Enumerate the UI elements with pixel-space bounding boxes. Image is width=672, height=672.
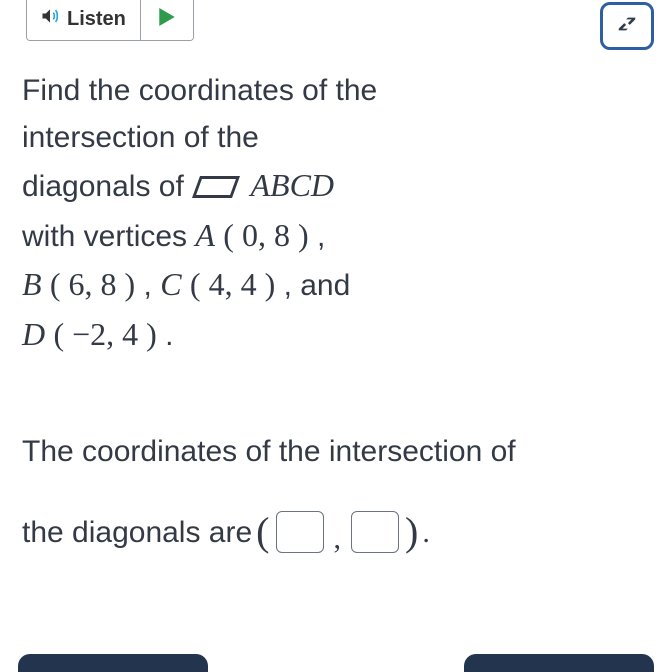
bottom-right-button[interactable] <box>464 654 654 672</box>
answer-y-input[interactable] <box>351 511 399 553</box>
vertex-c: C <box>160 266 181 302</box>
vertex-d-coords: ( −2, 4 ) <box>53 316 156 352</box>
speaker-icon <box>39 6 61 32</box>
shape-label: ABCD <box>250 167 334 203</box>
answer-input-line: the diagonals are ( , ) . <box>22 486 650 578</box>
vertex-a: A <box>195 217 215 253</box>
vertex-c-coords: ( 4, 4 ) <box>190 266 275 302</box>
question-line: diagonals of ABCD <box>22 161 650 211</box>
bottom-nav <box>0 654 672 672</box>
question-line: B ( 6, 8 ) , C ( 4, 4 ) , and <box>22 260 650 310</box>
top-toolbar: Listen <box>0 0 672 50</box>
answer-prefix: the diagonals are <box>22 498 252 567</box>
answer-line: The coordinates of the intersection of <box>22 417 650 486</box>
open-paren: ( <box>256 486 269 578</box>
close-paren: ) <box>405 486 418 578</box>
bottom-left-button[interactable] <box>18 654 208 672</box>
answer-period: . <box>422 498 430 567</box>
listen-button[interactable]: Listen <box>27 0 141 40</box>
listen-button-group: Listen <box>26 0 194 41</box>
vertex-b-coords: ( 6, 8 ) <box>50 266 135 302</box>
vertex-a-coords: ( 0, 8 ) <box>223 217 308 253</box>
question-line: Find the coordinates of the <box>22 68 650 115</box>
vertex-d: D <box>22 316 45 352</box>
question-text: Find the coordinates of the intersection… <box>22 68 650 359</box>
question-line: D ( −2, 4 ) . <box>22 310 650 360</box>
tools-button[interactable] <box>600 2 654 50</box>
tools-icon <box>616 13 638 40</box>
answer-x-input[interactable] <box>276 511 324 553</box>
answer-prompt: The coordinates of the intersection of t… <box>22 417 650 578</box>
parallelogram-icon <box>192 176 240 198</box>
coord-comma: , <box>330 504 346 573</box>
content-area: Find the coordinates of the intersection… <box>0 50 672 578</box>
play-button[interactable] <box>141 0 193 40</box>
listen-label: Listen <box>67 8 126 31</box>
play-icon <box>159 8 175 31</box>
question-line: intersection of the <box>22 115 650 162</box>
vertex-b: B <box>22 266 42 302</box>
question-line: with vertices A ( 0, 8 ) , <box>22 211 650 261</box>
